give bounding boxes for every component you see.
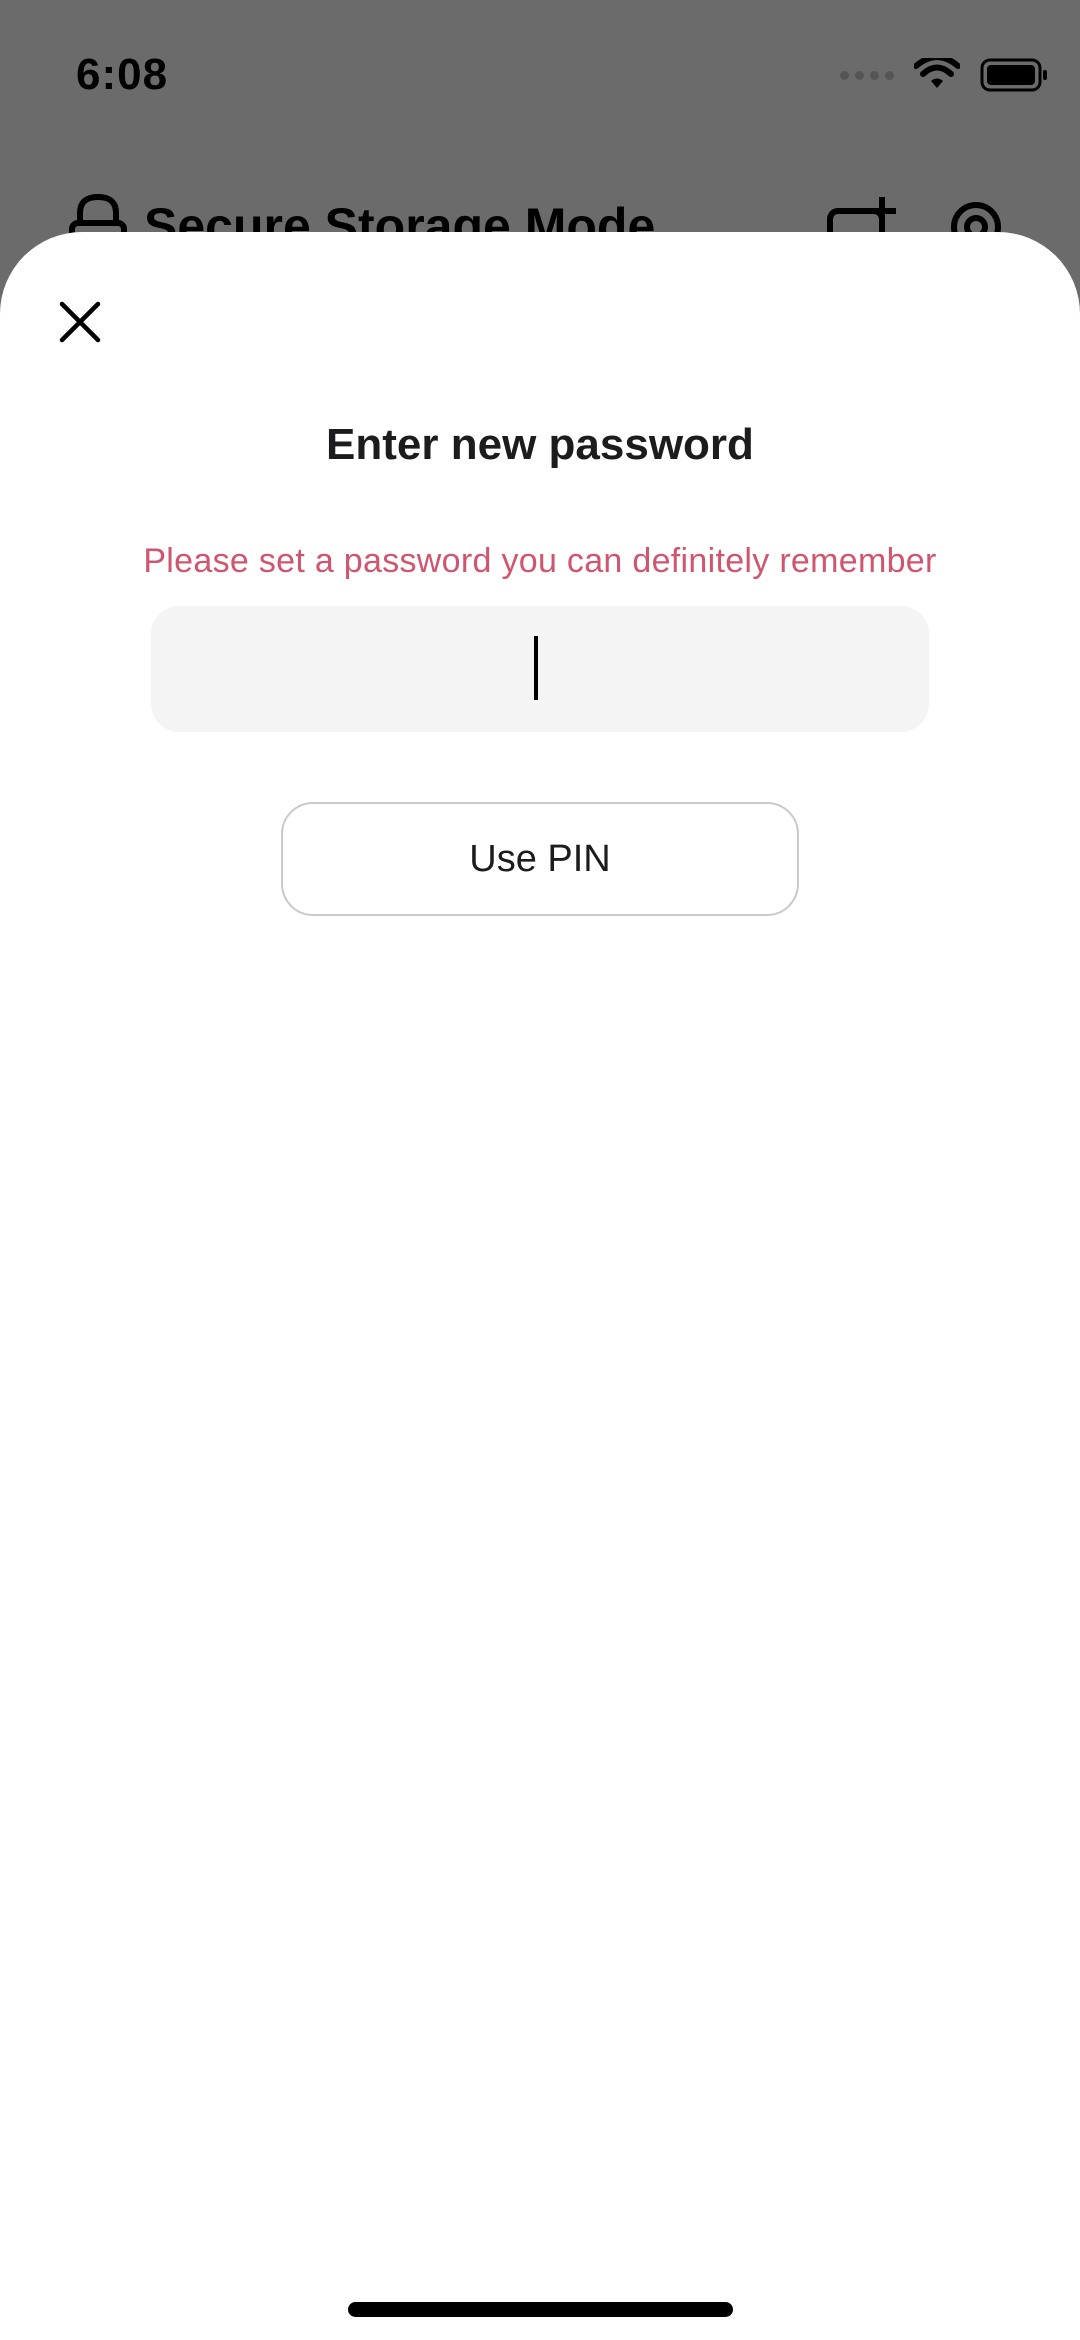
status-bar: 6:08	[0, 0, 1080, 160]
password-hint: Please set a password you can definitely…	[143, 542, 937, 580]
use-pin-button[interactable]: Use PIN	[281, 802, 799, 916]
close-button[interactable]	[50, 292, 110, 352]
password-sheet: Enter new password Please set a password…	[0, 232, 1080, 2340]
signal-dots-icon	[840, 70, 894, 80]
wifi-icon	[914, 58, 960, 88]
close-icon	[59, 301, 101, 343]
status-icons	[840, 58, 1050, 92]
battery-icon	[980, 58, 1047, 92]
text-caret	[534, 636, 538, 700]
password-field[interactable]	[151, 605, 929, 733]
password-input[interactable]	[151, 605, 929, 733]
sheet-title: Enter new password	[326, 420, 754, 469]
home-indicator[interactable]	[348, 2302, 733, 2317]
status-time: 6:08	[76, 50, 169, 99]
